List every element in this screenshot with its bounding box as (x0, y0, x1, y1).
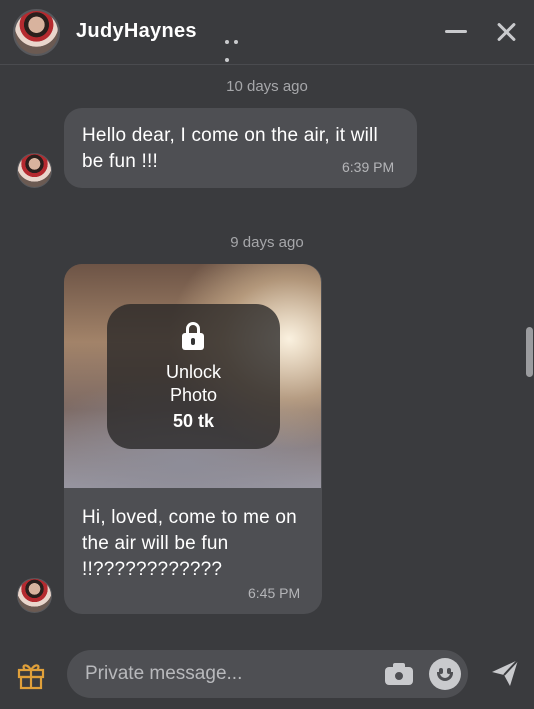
date-divider: 10 days ago (226, 78, 308, 95)
message-bubble: Hello dear, I come on the air, it will b… (64, 108, 417, 188)
smile-icon[interactable] (429, 658, 461, 690)
minimize-icon[interactable] (445, 30, 467, 33)
scrollbar-thumb[interactable] (526, 327, 533, 377)
close-icon[interactable] (495, 21, 517, 43)
avatar[interactable] (13, 9, 60, 56)
private-message-input[interactable] (85, 660, 365, 688)
unlock-label: Unlock (165, 362, 222, 382)
contact-name[interactable]: JudyHaynes (76, 20, 197, 43)
gift-icon[interactable] (16, 660, 46, 690)
message-text: Hi, loved, come to me on the air will be… (82, 507, 297, 580)
date-divider: 9 days ago (230, 234, 304, 251)
more-icon[interactable] (225, 31, 251, 62)
avatar[interactable] (17, 153, 52, 188)
lock-icon (182, 322, 204, 350)
message-time: 6:39 PM (342, 159, 395, 175)
unlock-photo-button[interactable]: Unlock Photo 50 tk (107, 304, 280, 449)
message-time: 6:45 PM (248, 585, 301, 601)
message-bubble: Unlock Photo 50 tk Hi, loved, come to me… (64, 264, 322, 614)
camera-icon[interactable] (385, 663, 413, 685)
message-composer (67, 650, 468, 698)
avatar[interactable] (17, 578, 52, 613)
locked-photo[interactable]: Unlock Photo 50 tk (64, 264, 321, 488)
chat-header: JudyHaynes (0, 0, 534, 65)
unlock-price: 50 tk (172, 411, 215, 431)
unlock-label: Photo (169, 385, 218, 405)
send-icon[interactable] (489, 657, 521, 689)
